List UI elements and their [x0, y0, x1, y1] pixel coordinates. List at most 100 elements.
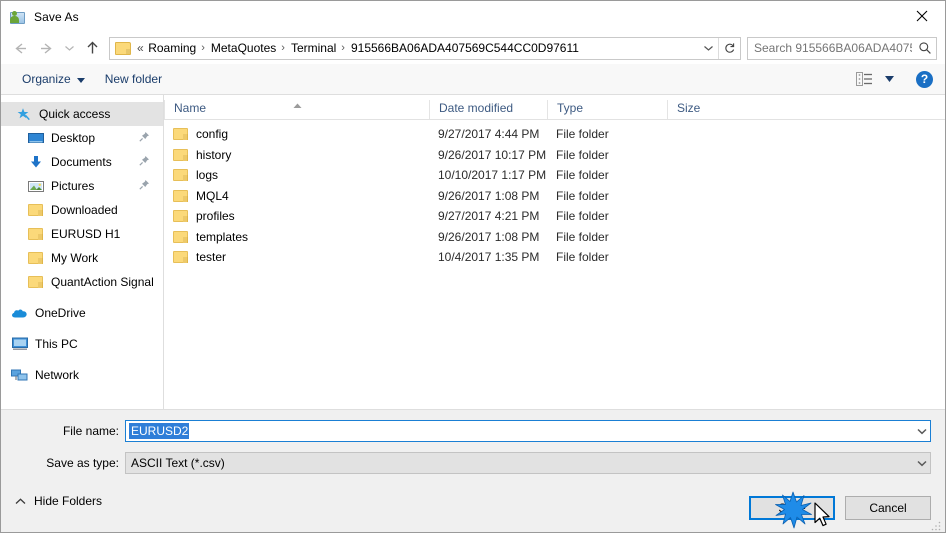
folder-icon	[27, 202, 44, 218]
view-layout-icon[interactable]	[852, 70, 877, 88]
breadcrumb-item-terminal[interactable]: Terminal	[289, 41, 338, 55]
file-type-cell: File folder	[556, 147, 609, 162]
column-header-size[interactable]: Size	[667, 100, 746, 119]
table-row[interactable]: tester 10/4/2017 1:35 PM File folder	[164, 247, 945, 268]
folder-icon	[173, 210, 188, 223]
file-name-label: config	[196, 127, 229, 142]
breadcrumb-separator-icon[interactable]: ›	[278, 42, 289, 54]
refresh-icon[interactable]	[718, 37, 740, 59]
table-row[interactable]: config 9/27/2017 4:44 PM File folder	[164, 124, 945, 145]
file-date-cell: 10/4/2017 1:35 PM	[438, 250, 540, 265]
hide-folders-button[interactable]: Hide Folders	[15, 494, 102, 508]
address-bar[interactable]: « Roaming › MetaQuotes › Terminal › 9155…	[109, 36, 741, 60]
file-date-cell: 9/26/2017 1:08 PM	[438, 188, 540, 203]
file-list[interactable]: config 9/27/2017 4:44 PM File folder his…	[164, 120, 945, 409]
sidebar-item-eurusd-h1[interactable]: EURUSD H1	[1, 222, 163, 246]
file-name-cell: profiles	[164, 209, 429, 223]
sidebar-item-quantaction-signal[interactable]: QuantAction Signal	[1, 270, 163, 294]
sidebar-item-my-work[interactable]: My Work	[1, 246, 163, 270]
sidebar-item-label: My Work	[51, 251, 99, 265]
close-icon[interactable]	[899, 1, 945, 31]
file-name-label: File name:	[62, 424, 119, 438]
save-as-type-chevron-down-icon[interactable]	[913, 460, 930, 467]
navigation-bar: « Roaming › MetaQuotes › Terminal › 9155…	[1, 32, 945, 64]
folder-icon	[27, 274, 44, 290]
help-icon[interactable]: ?	[916, 70, 933, 88]
sidebar-item-label: Quick access	[39, 107, 111, 121]
file-name-cell: templates	[164, 230, 429, 244]
search-input[interactable]	[748, 40, 914, 56]
caret-down-icon	[76, 72, 85, 86]
pin-icon[interactable]	[139, 131, 150, 145]
breadcrumb-separator-icon[interactable]: ›	[198, 42, 209, 54]
file-name-label: logs	[196, 168, 219, 183]
file-name-cell: tester	[164, 250, 429, 264]
sidebar-item-desktop[interactable]: Desktop	[1, 126, 163, 150]
breadcrumb-item-terminal-id[interactable]: 915566BA06ADA407569C544CC0D97611	[349, 41, 581, 55]
pin-icon[interactable]	[139, 179, 150, 193]
onedrive-cloud-icon	[11, 305, 28, 321]
up-button[interactable]	[79, 35, 105, 61]
dialog-buttons: Save Cancel	[739, 496, 931, 520]
file-type-cell: File folder	[556, 168, 609, 183]
file-name-cell: config	[164, 127, 429, 141]
search-box[interactable]	[747, 36, 937, 60]
column-header-type[interactable]: Type	[547, 100, 667, 119]
file-name-label: history	[196, 147, 232, 162]
sidebar-item-this-pc[interactable]: This PC	[1, 332, 163, 356]
file-name-cell: MQL4	[164, 189, 429, 203]
search-icon[interactable]	[914, 41, 936, 55]
sidebar-item-onedrive[interactable]: OneDrive	[1, 301, 163, 325]
view-caret-down-icon[interactable]	[885, 76, 894, 82]
sidebar-item-documents[interactable]: Documents	[1, 150, 163, 174]
forward-button[interactable]	[33, 35, 59, 61]
folder-icon	[27, 226, 44, 242]
sidebar-item-pictures[interactable]: Pictures	[1, 174, 163, 198]
folder-icon	[173, 230, 188, 243]
breadcrumb-separator-icon[interactable]: ›	[338, 42, 349, 54]
recent-locations-chevron-down-icon[interactable]	[59, 35, 79, 61]
save-button[interactable]: Save	[749, 496, 835, 520]
breadcrumb-item-metaquotes[interactable]: MetaQuotes	[209, 41, 278, 55]
breadcrumb: « Roaming › MetaQuotes › Terminal › 9155…	[135, 41, 698, 55]
column-header-date-modified[interactable]: Date modified	[429, 100, 547, 119]
pin-icon[interactable]	[139, 155, 150, 169]
table-row[interactable]: profiles 9/27/2017 4:21 PM File folder	[164, 206, 945, 227]
caret-up-icon	[15, 497, 26, 505]
sidebar-item-quick-access[interactable]: Quick access	[1, 102, 163, 126]
save-button-label: Save	[778, 501, 806, 515]
table-row[interactable]: templates 9/26/2017 1:08 PM File folder	[164, 227, 945, 248]
save-as-folder-person-icon	[10, 9, 26, 25]
file-name-input[interactable]: EURUSD2	[125, 420, 931, 442]
table-row[interactable]: MQL4 9/26/2017 1:08 PM File folder	[164, 186, 945, 207]
file-name-chevron-down-icon[interactable]	[913, 428, 930, 435]
save-as-type-row: Save as type: ASCII Text (*.csv)	[1, 452, 945, 474]
new-folder-button[interactable]: New folder	[98, 69, 169, 89]
sidebar-item-network[interactable]: Network	[1, 363, 163, 387]
new-folder-label: New folder	[104, 72, 163, 86]
file-name-value[interactable]: EURUSD2	[129, 423, 190, 439]
sidebar-item-downloaded[interactable]: Downloaded	[1, 198, 163, 222]
table-row[interactable]: history 9/26/2017 10:17 PM File folder	[164, 145, 945, 166]
table-row[interactable]: logs 10/10/2017 1:17 PM File folder	[164, 165, 945, 186]
save-as-type-select[interactable]: ASCII Text (*.csv)	[125, 452, 931, 474]
sidebar-item-label: Desktop	[51, 131, 96, 145]
file-date-cell: 10/10/2017 1:17 PM	[438, 168, 547, 183]
folder-icon	[173, 189, 188, 202]
breadcrumb-overflow-icon[interactable]: «	[135, 41, 146, 55]
address-chevron-down-icon[interactable]	[698, 38, 718, 59]
resize-grip-icon[interactable]	[930, 518, 942, 531]
sidebar-item-label: QuantAction Signal	[51, 275, 154, 289]
folder-icon	[173, 148, 188, 161]
navigation-pane[interactable]: Quick access Desktop Documents Pictures …	[1, 95, 164, 409]
back-button[interactable]	[7, 35, 33, 61]
breadcrumb-item-roaming[interactable]: Roaming	[146, 41, 198, 55]
cancel-button[interactable]: Cancel	[845, 496, 931, 520]
pictures-icon	[27, 178, 44, 194]
sidebar-item-label: Pictures	[51, 179, 95, 193]
network-icon	[11, 367, 28, 383]
cancel-button-label: Cancel	[869, 501, 907, 515]
organize-button[interactable]: Organize	[15, 69, 92, 89]
file-name-label: MQL4	[196, 188, 229, 203]
file-type-cell: File folder	[556, 209, 609, 224]
